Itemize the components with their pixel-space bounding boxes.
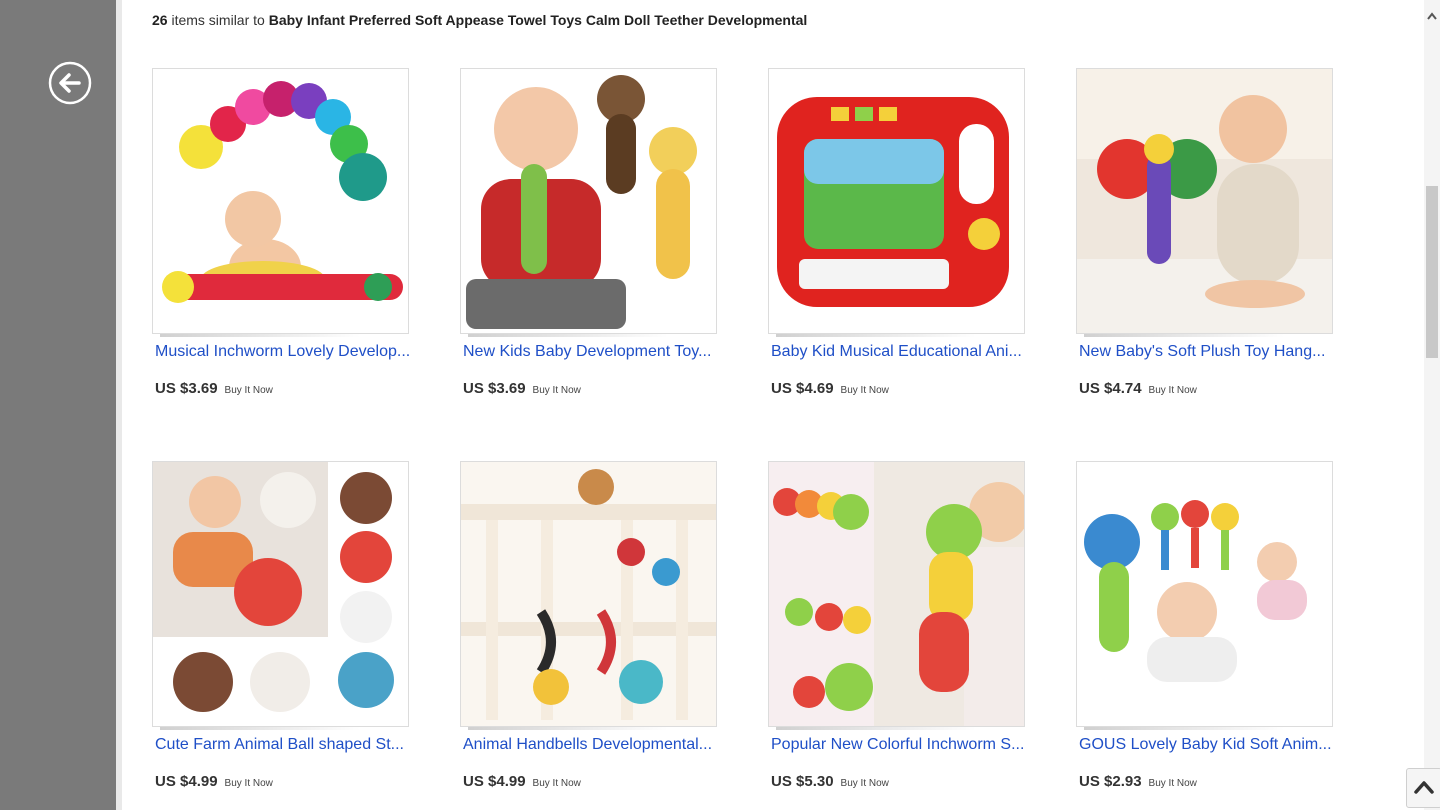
product-price: US $2.93 xyxy=(1079,773,1142,790)
crib-handbells-image[interactable] xyxy=(460,461,717,727)
results-count: 26 xyxy=(152,12,168,28)
animal-balls-image[interactable] xyxy=(152,461,409,727)
product-card[interactable]: Animal Handbells Developmental... US $4.… xyxy=(460,461,717,790)
product-price: US $5.30 xyxy=(771,773,834,790)
buy-it-now-label: Buy It Now xyxy=(532,385,581,396)
price-row: US $3.69 Buy It Now xyxy=(463,380,717,397)
product-title[interactable]: Musical Inchworm Lovely Develop... xyxy=(155,343,409,361)
buy-it-now-label: Buy It Now xyxy=(224,385,273,396)
back-arrow-icon[interactable] xyxy=(48,61,92,105)
buy-it-now-label: Buy It Now xyxy=(224,778,273,789)
buy-it-now-label: Buy It Now xyxy=(840,778,889,789)
product-title[interactable]: Baby Kid Musical Educational Ani... xyxy=(771,343,1025,361)
product-title[interactable]: Animal Handbells Developmental... xyxy=(463,736,717,754)
price-row: US $3.69 Buy It Now xyxy=(155,380,409,397)
sidebar-divider xyxy=(116,0,122,810)
card-shadow xyxy=(1084,334,1284,337)
product-grid: Musical Inchworm Lovely Develop... US $3… xyxy=(152,68,1342,810)
buy-it-now-label: Buy It Now xyxy=(1148,385,1197,396)
baby-rattles-image[interactable] xyxy=(460,68,717,334)
price-row: US $4.99 Buy It Now xyxy=(463,773,717,790)
product-card[interactable]: New Baby's Soft Plush Toy Hang... US $4.… xyxy=(1076,68,1333,397)
product-price: US $3.69 xyxy=(463,380,526,397)
product-title[interactable]: GOUS Lovely Baby Kid Soft Anim... xyxy=(1079,736,1333,754)
results-text: items similar to xyxy=(167,12,269,28)
scrollbar-thumb[interactable] xyxy=(1426,186,1438,358)
product-price: US $4.99 xyxy=(463,773,526,790)
plush-butterfly-image[interactable] xyxy=(1076,68,1333,334)
buy-it-now-label: Buy It Now xyxy=(532,778,581,789)
price-row: US $4.74 Buy It Now xyxy=(1079,380,1333,397)
product-card[interactable]: Cute Farm Animal Ball shaped St... US $4… xyxy=(152,461,409,790)
product-price: US $4.99 xyxy=(155,773,218,790)
musical-piano-image[interactable] xyxy=(768,68,1025,334)
product-title[interactable]: Cute Farm Animal Ball shaped St... xyxy=(155,736,409,754)
card-shadow xyxy=(468,727,668,730)
animal-rattles-image[interactable] xyxy=(1076,461,1333,727)
product-title[interactable]: Popular New Colorful Inchworm S... xyxy=(771,736,1025,754)
chevron-up-icon[interactable] xyxy=(1426,10,1438,24)
product-price: US $4.74 xyxy=(1079,380,1142,397)
product-card[interactable]: Popular New Colorful Inchworm S... US $5… xyxy=(768,461,1025,790)
product-card[interactable]: New Kids Baby Development Toy... US $3.6… xyxy=(460,68,717,397)
card-shadow xyxy=(776,727,976,730)
scroll-to-top-icon[interactable] xyxy=(1406,768,1440,808)
card-shadow xyxy=(160,727,360,730)
colorful-inchworm-image[interactable] xyxy=(768,461,1025,727)
product-card[interactable]: GOUS Lovely Baby Kid Soft Anim... US $2.… xyxy=(1076,461,1333,790)
results-query: Baby Infant Preferred Soft Appease Towel… xyxy=(268,12,808,28)
price-row: US $4.69 Buy It Now xyxy=(771,380,1025,397)
product-card[interactable]: Baby Kid Musical Educational Ani... US $… xyxy=(768,68,1025,397)
card-shadow xyxy=(160,334,360,337)
results-header: 26 items similar to Baby Infant Preferre… xyxy=(152,12,807,28)
card-shadow xyxy=(468,334,668,337)
product-title[interactable]: New Baby's Soft Plush Toy Hang... xyxy=(1079,343,1333,361)
product-card[interactable]: Musical Inchworm Lovely Develop... US $3… xyxy=(152,68,409,397)
price-row: US $4.99 Buy It Now xyxy=(155,773,409,790)
buy-it-now-label: Buy It Now xyxy=(840,385,889,396)
left-sidebar xyxy=(0,0,116,810)
price-row: US $2.93 Buy It Now xyxy=(1079,773,1333,790)
product-price: US $3.69 xyxy=(155,380,218,397)
buy-it-now-label: Buy It Now xyxy=(1148,778,1197,789)
price-row: US $5.30 Buy It Now xyxy=(771,773,1025,790)
card-shadow xyxy=(776,334,976,337)
product-price: US $4.69 xyxy=(771,380,834,397)
inchworm-baby-image[interactable] xyxy=(152,68,409,334)
vertical-scrollbar[interactable] xyxy=(1424,0,1440,810)
card-shadow xyxy=(1084,727,1284,730)
product-title[interactable]: New Kids Baby Development Toy... xyxy=(463,343,717,361)
